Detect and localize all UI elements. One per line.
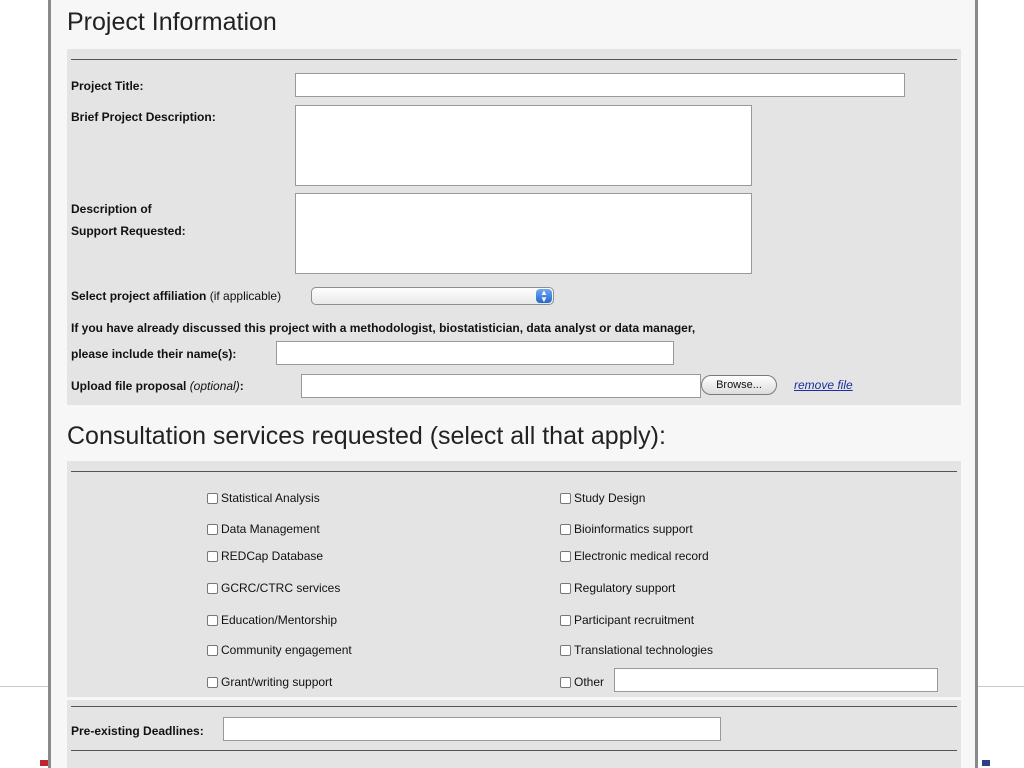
service-option[interactable]: REDCap Database (207, 549, 323, 563)
background-divider-left (0, 686, 50, 687)
service-label: Other (574, 675, 605, 689)
support-requested-textarea[interactable] (295, 193, 752, 274)
other-service-input[interactable] (614, 668, 938, 692)
service-label: Translational technologies (574, 643, 713, 657)
project-title-label: Project Title: (71, 79, 144, 93)
service-checkbox[interactable] (207, 614, 218, 626)
service-checkbox[interactable] (560, 492, 571, 504)
affiliation-label-text: Select project affiliation (71, 289, 207, 303)
service-checkbox[interactable] (207, 492, 218, 504)
service-label: Grant/writing support (221, 675, 333, 689)
service-label: Bioinformatics support (574, 522, 693, 536)
service-label: Data Management (221, 522, 320, 536)
upload-file-path[interactable] (301, 374, 701, 398)
service-option[interactable]: Other (560, 675, 604, 689)
remove-file-link[interactable]: remove file (794, 378, 853, 392)
affiliation-hint: (if applicable) (209, 289, 282, 303)
service-option[interactable]: Translational technologies (560, 643, 713, 657)
project-form-dialog: Project Information Project Title: Brief… (48, 0, 978, 768)
service-checkbox[interactable] (207, 644, 218, 656)
support-label-line1: Description of (71, 202, 152, 216)
service-label: Statistical Analysis (221, 491, 320, 505)
service-checkbox[interactable] (560, 523, 571, 535)
deadlines-panel: Pre-existing Deadlines: (67, 700, 961, 768)
support-requested-label: Description of Support Requested: (71, 198, 186, 242)
service-label: Community engagement (221, 643, 352, 657)
panel-divider (71, 59, 957, 60)
service-label: REDCap Database (221, 549, 324, 563)
service-option[interactable]: Regulatory support (560, 581, 675, 595)
service-label: Education/Mentorship (221, 613, 338, 627)
service-label: GCRC/CTRC services (221, 581, 341, 595)
affiliation-label: Select project affiliation (if applicabl… (71, 289, 281, 303)
dialog-title: Project Information (67, 8, 277, 36)
panel-divider (71, 471, 957, 472)
service-option[interactable]: Education/Mentorship (207, 613, 337, 627)
service-label: Regulatory support (574, 581, 676, 595)
affiliation-select[interactable]: ▲ ▼ (311, 287, 554, 305)
upload-label-text: Upload file proposal (71, 379, 187, 393)
consultation-panel: Statistical Analysis Data Management REDCa… (67, 461, 961, 697)
service-option[interactable]: Study Design (560, 491, 645, 505)
service-option[interactable]: Electronic medical record (560, 549, 709, 563)
upload-colon: : (239, 379, 244, 393)
panel-divider (71, 750, 957, 751)
panel-divider (71, 706, 957, 707)
upload-hint: (optional) (189, 379, 240, 393)
service-option[interactable]: Grant/writing support (207, 675, 332, 689)
service-checkbox[interactable] (560, 550, 571, 562)
service-option[interactable]: Community engagement (207, 643, 352, 657)
discussed-names-label: please include their name(s): (71, 347, 237, 361)
service-option[interactable]: GCRC/CTRC services (207, 581, 340, 595)
brief-description-textarea[interactable] (295, 105, 752, 186)
browse-button[interactable]: Browse... (701, 375, 777, 395)
service-label: Electronic medical record (574, 549, 709, 563)
background-red-mark (40, 760, 48, 766)
service-checkbox[interactable] (560, 644, 571, 656)
select-arrows-icon: ▲ ▼ (536, 289, 552, 304)
project-title-input[interactable] (295, 73, 905, 97)
service-checkbox[interactable] (560, 676, 571, 688)
upload-proposal-label: Upload file proposal (optional): (71, 379, 244, 393)
service-option[interactable]: Bioinformatics support (560, 522, 693, 536)
service-option[interactable]: Data Management (207, 522, 320, 536)
consultation-section-title: Consultation services requested (select … (67, 422, 666, 450)
service-label: Study Design (574, 491, 646, 505)
discussed-names-input[interactable] (276, 341, 674, 365)
service-checkbox[interactable] (560, 582, 571, 594)
service-checkbox[interactable] (207, 676, 218, 688)
background-blue-mark (982, 760, 990, 766)
background-divider-right (978, 686, 1024, 687)
service-option[interactable]: Participant recruitment (560, 613, 694, 627)
support-label-line2: Support Requested: (71, 224, 186, 238)
service-checkbox[interactable] (560, 614, 571, 626)
brief-description-label: Brief Project Description: (71, 110, 216, 124)
service-option[interactable]: Statistical Analysis (207, 491, 320, 505)
service-label: Participant recruitment (574, 613, 695, 627)
deadlines-input[interactable] (223, 717, 721, 741)
service-checkbox[interactable] (207, 550, 218, 562)
discussed-instruction: If you have already discussed this proje… (71, 321, 696, 335)
service-checkbox[interactable] (207, 582, 218, 594)
service-checkbox[interactable] (207, 523, 218, 535)
deadlines-label: Pre-existing Deadlines: (71, 724, 204, 738)
project-info-panel: Project Title: Brief Project Description… (67, 49, 961, 405)
